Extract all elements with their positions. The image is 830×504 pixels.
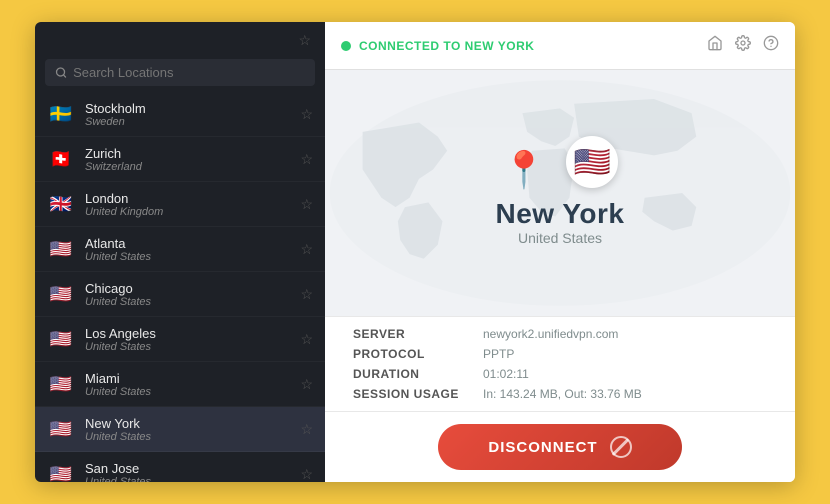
main-panel: CONNECTED TO NEW YORK xyxy=(325,22,795,482)
location-list: 🇸🇪 Stockholm Sweden ☆ 🇨🇭 Zurich Switzerl… xyxy=(35,92,325,482)
pin-flag-row: 📍 🇺🇸 xyxy=(502,136,619,188)
help-icon[interactable] xyxy=(763,35,779,56)
star-icon[interactable]: ☆ xyxy=(300,196,313,213)
top-bar: CONNECTED TO NEW YORK xyxy=(325,22,795,70)
item-country: United States xyxy=(85,476,290,483)
star-icon[interactable]: ☆ xyxy=(300,241,313,258)
item-text: Los Angeles United States xyxy=(85,326,290,353)
map-area: 📍 🇺🇸 New York United States xyxy=(325,70,795,316)
star-icon[interactable]: ☆ xyxy=(300,286,313,303)
session-label: SESSION USAGE xyxy=(353,387,483,401)
item-name: London xyxy=(85,191,290,206)
sidebar-star-icon[interactable]: ☆ xyxy=(298,32,311,49)
search-icon xyxy=(55,66,67,79)
search-input[interactable] xyxy=(73,65,305,80)
item-name: New York xyxy=(85,416,290,431)
item-name: Los Angeles xyxy=(85,326,290,341)
star-icon[interactable]: ☆ xyxy=(300,151,313,168)
map-content: 📍 🇺🇸 New York United States xyxy=(495,126,624,260)
item-text: Stockholm Sweden xyxy=(85,101,290,128)
no-symbol-icon xyxy=(610,436,632,458)
connected-status: CONNECTED TO NEW YORK xyxy=(359,39,534,53)
flag-icon: 🇸🇪 xyxy=(47,100,75,128)
green-dot-icon xyxy=(341,41,351,51)
flag-icon: 🇺🇸 xyxy=(47,280,75,308)
list-item[interactable]: 🇺🇸 Chicago United States ☆ xyxy=(35,272,325,317)
item-country: United States xyxy=(85,296,290,308)
settings-icon[interactable] xyxy=(735,35,751,56)
star-icon[interactable]: ☆ xyxy=(300,376,313,393)
list-item[interactable]: 🇸🇪 Stockholm Sweden ☆ xyxy=(35,92,325,137)
item-text: Atlanta United States xyxy=(85,236,290,263)
sidebar: ☆ 🇸🇪 Stockholm Sweden ☆ 🇨🇭 Zurich Switze… xyxy=(35,22,325,482)
item-country: United States xyxy=(85,251,290,263)
protocol-label: PROTOCOL xyxy=(353,347,483,361)
session-value: In: 143.24 MB, Out: 33.76 MB xyxy=(483,387,767,401)
item-country: United States xyxy=(85,386,290,398)
search-bar[interactable] xyxy=(45,59,315,86)
list-item[interactable]: 🇬🇧 London United Kingdom ☆ xyxy=(35,182,325,227)
country-name: United States xyxy=(518,230,602,246)
star-icon[interactable]: ☆ xyxy=(300,421,313,438)
item-name: Zurich xyxy=(85,146,290,161)
flag-icon: 🇺🇸 xyxy=(47,460,75,482)
item-country: United Kingdom xyxy=(85,206,290,218)
protocol-value: PPTP xyxy=(483,347,767,361)
connected-badge: CONNECTED TO NEW YORK xyxy=(341,39,534,53)
item-name: Stockholm xyxy=(85,101,290,116)
item-text: New York United States xyxy=(85,416,290,443)
flag-icon: 🇺🇸 xyxy=(47,325,75,353)
star-icon[interactable]: ☆ xyxy=(300,106,313,123)
country-flag-circle: 🇺🇸 xyxy=(566,136,618,188)
list-item[interactable]: 🇺🇸 San Jose United States ☆ xyxy=(35,452,325,482)
item-country: United States xyxy=(85,341,290,353)
duration-value: 01:02:11 xyxy=(483,367,767,381)
flag-icon: 🇬🇧 xyxy=(47,190,75,218)
disconnect-label: DISCONNECT xyxy=(488,439,597,456)
item-text: Miami United States xyxy=(85,371,290,398)
flag-icon: 🇺🇸 xyxy=(47,370,75,398)
item-name: Atlanta xyxy=(85,236,290,251)
item-name: Miami xyxy=(85,371,290,386)
top-icons xyxy=(707,35,779,56)
list-item[interactable]: 🇺🇸 New York United States ☆ xyxy=(35,407,325,452)
list-item[interactable]: 🇨🇭 Zurich Switzerland ☆ xyxy=(35,137,325,182)
sidebar-header: ☆ xyxy=(35,22,325,55)
server-label: SERVER xyxy=(353,327,483,341)
item-country: Sweden xyxy=(85,116,290,128)
flag-icon: 🇺🇸 xyxy=(47,235,75,263)
home-icon[interactable] xyxy=(707,35,723,56)
list-item[interactable]: 🇺🇸 Atlanta United States ☆ xyxy=(35,227,325,272)
item-country: Switzerland xyxy=(85,161,290,173)
item-text: San Jose United States xyxy=(85,461,290,483)
flag-icon: 🇺🇸 xyxy=(47,415,75,443)
star-icon[interactable]: ☆ xyxy=(300,331,313,348)
item-text: Chicago United States xyxy=(85,281,290,308)
item-name: San Jose xyxy=(85,461,290,476)
server-value: newyork2.unifiedvpn.com xyxy=(483,327,767,341)
item-country: United States xyxy=(85,431,290,443)
item-name: Chicago xyxy=(85,281,290,296)
item-text: Zurich Switzerland xyxy=(85,146,290,173)
location-pin-icon: 📍 xyxy=(502,152,547,188)
info-grid: SERVER newyork2.unifiedvpn.com PROTOCOL … xyxy=(353,327,767,401)
disconnect-row: DISCONNECT xyxy=(325,411,795,482)
list-item[interactable]: 🇺🇸 Los Angeles United States ☆ xyxy=(35,317,325,362)
item-text: London United Kingdom xyxy=(85,191,290,218)
flag-icon: 🇨🇭 xyxy=(47,145,75,173)
list-item[interactable]: 🇺🇸 Miami United States ☆ xyxy=(35,362,325,407)
info-panel: SERVER newyork2.unifiedvpn.com PROTOCOL … xyxy=(325,316,795,411)
city-name: New York xyxy=(495,198,624,230)
duration-label: DURATION xyxy=(353,367,483,381)
disconnect-button[interactable]: DISCONNECT xyxy=(438,424,681,470)
app-window: ☆ 🇸🇪 Stockholm Sweden ☆ 🇨🇭 Zurich Switze… xyxy=(35,22,795,482)
star-icon[interactable]: ☆ xyxy=(300,466,313,483)
